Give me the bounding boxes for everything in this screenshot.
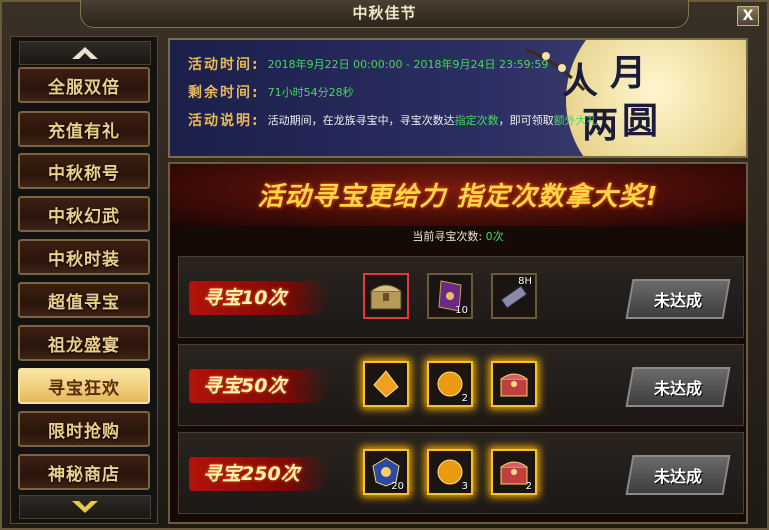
promo-banner-text: 活动寻宝更给力 指定次数拿大奖! bbox=[257, 182, 659, 212]
window-title: 中秋佳节 bbox=[352, 4, 417, 22]
reward-item-emblem[interactable]: 20 bbox=[363, 449, 409, 495]
chevron-up-icon bbox=[72, 47, 98, 59]
item-count: 2 bbox=[525, 481, 532, 492]
reward-tier-250: 寻宝250次 20 3 2 未达成 bbox=[178, 432, 744, 514]
sidebar-item-value-treasure[interactable]: 超值寻宝 bbox=[18, 282, 150, 318]
item-count: 20 bbox=[391, 481, 404, 492]
tier-status-button[interactable]: 未达成 bbox=[625, 367, 731, 407]
treasure-count-value: 0次 bbox=[485, 230, 504, 243]
sidebar-item-double-exp[interactable]: 全服双倍 bbox=[18, 67, 150, 103]
desc-highlight: 额外大礼 bbox=[553, 114, 598, 127]
event-time-row: 活动时间: 2018年9月22日 00:00:00 - 2018年9月24日 2… bbox=[188, 54, 548, 74]
sidebar-item-weapon[interactable]: 中秋幻武 bbox=[18, 196, 150, 232]
gold-orb-icon bbox=[437, 371, 463, 397]
tier-status-button[interactable]: 未达成 bbox=[625, 279, 731, 319]
desc-part: ，即可领取 bbox=[498, 114, 554, 127]
reward-item-ticket[interactable]: 10 bbox=[427, 273, 473, 319]
tier-status-label: 未达成 bbox=[653, 379, 702, 398]
tier-label: 寻宝10次 bbox=[189, 281, 329, 315]
calligraphy-char: 圆 bbox=[622, 100, 659, 142]
tier-label: 寻宝250次 bbox=[189, 457, 329, 491]
item-count: 3 bbox=[461, 481, 468, 492]
sidebar-item-mystery-shop[interactable]: 神秘商店 bbox=[18, 454, 150, 490]
gold-orb-icon bbox=[437, 459, 463, 485]
desc-part: 活动期间，在龙族寻宝中，寻宝次数达 bbox=[267, 114, 455, 127]
duration-badge: 8H bbox=[518, 276, 532, 287]
sidebar: 全服双倍 充值有礼 中秋称号 中秋幻武 中秋时装 超值寻宝 祖龙盛宴 寻宝狂欢 … bbox=[10, 36, 158, 524]
sidebar-item-costume[interactable]: 中秋时装 bbox=[18, 239, 150, 275]
reward-item-orb[interactable]: 3 bbox=[427, 449, 473, 495]
item-count: 2 bbox=[461, 393, 468, 404]
reward-item-shard[interactable] bbox=[363, 361, 409, 407]
gold-shard-icon bbox=[373, 370, 399, 398]
sidebar-item-treasure-carnival[interactable]: 寻宝狂欢 bbox=[18, 368, 150, 404]
reward-item-chest[interactable] bbox=[363, 273, 409, 319]
close-button[interactable]: X bbox=[737, 6, 759, 26]
event-time-value: 2018年9月22日 00:00:00 - 2018年9月24日 23:59:5… bbox=[267, 58, 549, 71]
treasure-chest-icon bbox=[370, 284, 402, 310]
event-time-label: 活动时间: bbox=[188, 57, 260, 73]
treasure-count-label: 当前寻宝次数: bbox=[412, 230, 483, 243]
sidebar-item-title[interactable]: 中秋称号 bbox=[18, 153, 150, 189]
event-desc-label: 活动说明: bbox=[188, 113, 260, 129]
remaining-time-label: 剩余时间: bbox=[188, 85, 260, 101]
title-bar: 中秋佳节 bbox=[80, 0, 689, 28]
desc-part: 。 bbox=[597, 114, 609, 127]
desc-highlight: 指定次数 bbox=[454, 114, 499, 127]
sidebar-item-feast[interactable]: 祖龙盛宴 bbox=[18, 325, 150, 361]
reward-tier-10: 寻宝10次 10 8H 未达成 bbox=[178, 256, 744, 338]
tier-label: 寻宝50次 bbox=[189, 369, 329, 403]
tier-status-label: 未达成 bbox=[653, 291, 702, 310]
remaining-time-value: 71小时54分28秒 bbox=[267, 86, 354, 99]
reward-item-jeweled-chest[interactable] bbox=[491, 361, 537, 407]
tier-status-button[interactable]: 未达成 bbox=[625, 455, 731, 495]
item-count: 10 bbox=[455, 305, 468, 316]
scroll-up-button[interactable] bbox=[19, 41, 151, 65]
reward-tier-50: 寻宝50次 2 未达成 bbox=[178, 344, 744, 426]
promo-banner: 活动寻宝更给力 指定次数拿大奖! bbox=[170, 164, 746, 226]
treasure-count: 当前寻宝次数: 0次 bbox=[170, 228, 746, 244]
event-desc-text: 活动期间，在龙族寻宝中，寻宝次数达指定次数，即可领取额外大礼。 bbox=[268, 112, 609, 128]
event-desc-row: 活动说明: 活动期间，在龙族寻宝中，寻宝次数达指定次数，即可领取额外大礼。 bbox=[188, 110, 609, 130]
sidebar-item-recharge-gift[interactable]: 充值有礼 bbox=[18, 111, 150, 147]
reward-item-scroll[interactable]: 8H bbox=[491, 273, 537, 319]
reward-panel: 活动寻宝更给力 指定次数拿大奖! 当前寻宝次数: 0次 寻宝10次 10 8H … bbox=[168, 162, 748, 524]
event-info-panel: 人 月 两 圆 活动时间: 2018年9月22日 00:00:00 - 2018… bbox=[168, 38, 748, 158]
scroll-down-button[interactable] bbox=[19, 495, 151, 519]
reward-item-orb[interactable]: 2 bbox=[427, 361, 473, 407]
remaining-time-row: 剩余时间: 71小时54分28秒 bbox=[188, 82, 354, 102]
tier-status-label: 未达成 bbox=[653, 467, 702, 486]
chevron-down-icon bbox=[72, 501, 98, 513]
jeweled-chest-icon bbox=[500, 373, 528, 397]
sidebar-item-flash-sale[interactable]: 限时抢购 bbox=[18, 411, 150, 447]
calligraphy-char: 月 bbox=[610, 52, 647, 94]
reward-item-jeweled-chest[interactable]: 2 bbox=[491, 449, 537, 495]
